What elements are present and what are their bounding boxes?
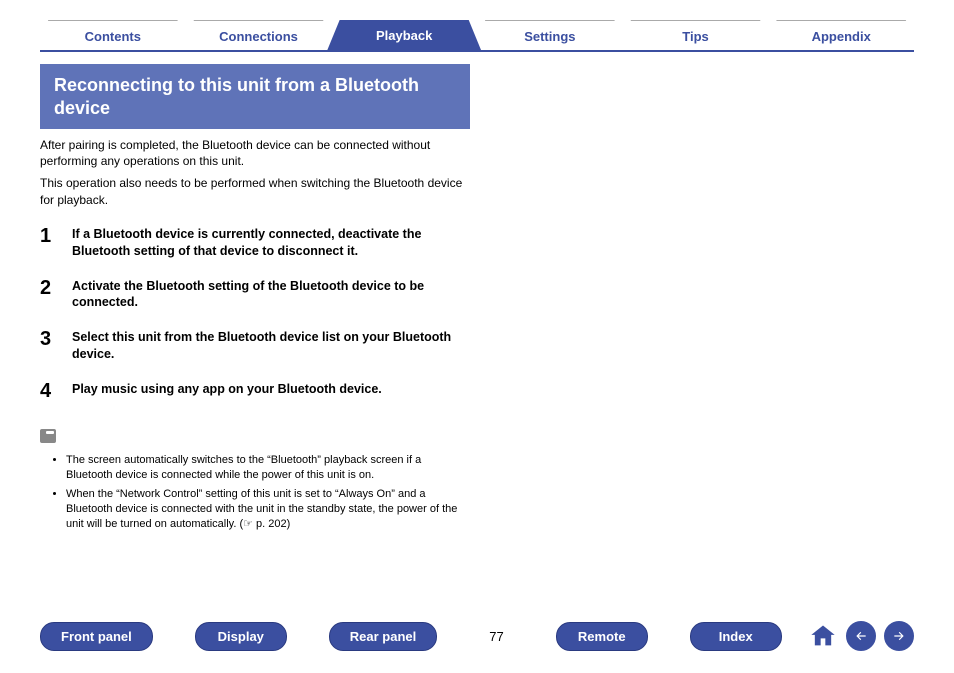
content-column: After pairing is completed, the Bluetoot… (40, 137, 470, 531)
step-item: 4 Play music using any app on your Bluet… (40, 381, 470, 401)
footer-index-button[interactable]: Index (690, 622, 782, 651)
tab-appendix[interactable]: Appendix (764, 20, 918, 50)
step-number: 3 (40, 329, 58, 349)
footer-rear-panel-button[interactable]: Rear panel (329, 622, 437, 651)
step-text: Activate the Bluetooth setting of the Bl… (72, 278, 470, 312)
home-icon[interactable] (808, 621, 838, 651)
note-item: The screen automatically switches to the… (66, 453, 470, 483)
footer-display-button[interactable]: Display (195, 622, 287, 651)
step-item: 2 Activate the Bluetooth setting of the … (40, 278, 470, 312)
step-text: Select this unit from the Bluetooth devi… (72, 329, 470, 363)
tab-tips[interactable]: Tips (619, 20, 773, 50)
step-number: 1 (40, 226, 58, 246)
step-text: Play music using any app on your Bluetoo… (72, 381, 382, 398)
step-item: 1 If a Bluetooth device is currently con… (40, 226, 470, 260)
note-item: When the “Network Control” setting of th… (66, 487, 470, 532)
footer-front-panel-button[interactable]: Front panel (40, 622, 153, 651)
intro-paragraph-2: This operation also needs to be performe… (40, 175, 470, 207)
intro-paragraph-1: After pairing is completed, the Bluetoot… (40, 137, 470, 169)
pencil-note-icon (40, 429, 56, 443)
footer-bar: Front panel Display Rear panel 77 Remote… (40, 621, 914, 651)
tab-connections[interactable]: Connections (182, 20, 336, 50)
prev-page-icon[interactable] (846, 621, 876, 651)
tab-settings[interactable]: Settings (473, 20, 627, 50)
step-number: 4 (40, 381, 58, 401)
tab-contents[interactable]: Contents (36, 20, 190, 50)
step-number: 2 (40, 278, 58, 298)
page-number: 77 (479, 629, 513, 644)
footer-remote-button[interactable]: Remote (556, 622, 648, 651)
tab-playback[interactable]: Playback (327, 20, 481, 50)
steps-list: 1 If a Bluetooth device is currently con… (40, 226, 470, 401)
notes-block: The screen automatically switches to the… (40, 419, 470, 531)
step-item: 3 Select this unit from the Bluetooth de… (40, 329, 470, 363)
section-heading: Reconnecting to this unit from a Bluetoo… (40, 64, 470, 129)
next-page-icon[interactable] (884, 621, 914, 651)
top-tab-bar: Contents Connections Playback Settings T… (40, 20, 914, 52)
step-text: If a Bluetooth device is currently conne… (72, 226, 470, 260)
